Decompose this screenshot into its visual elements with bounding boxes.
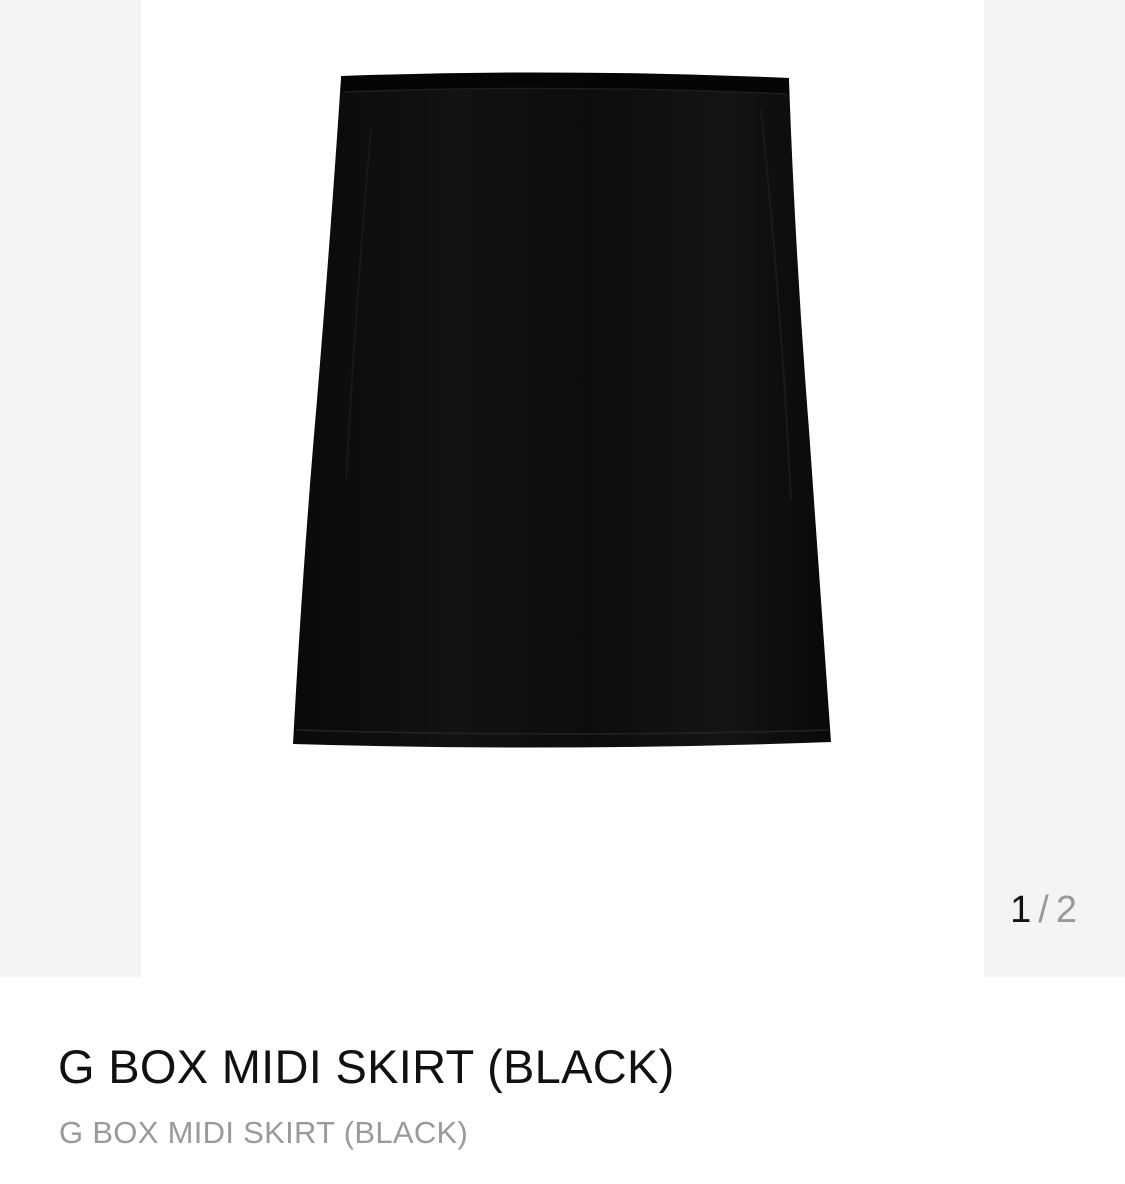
gallery-current-page: 1 (1010, 889, 1033, 931)
gallery-total-pages: 2 (1055, 889, 1078, 931)
product-subtitle: G BOX MIDI SKIRT (BLACK) (59, 1115, 469, 1150)
product-image-gallery[interactable]: 1/2 (0, 0, 1125, 977)
gallery-counter-separator: / (1038, 889, 1050, 931)
product-title: G BOX MIDI SKIRT (BLACK) (58, 1040, 675, 1093)
product-info: G BOX MIDI SKIRT (BLACK) G BOX MIDI SKIR… (0, 977, 1125, 1184)
gallery-slide-1[interactable] (141, 0, 984, 977)
gallery-page-counter: 1/2 (1010, 888, 1078, 932)
product-image (293, 72, 831, 748)
